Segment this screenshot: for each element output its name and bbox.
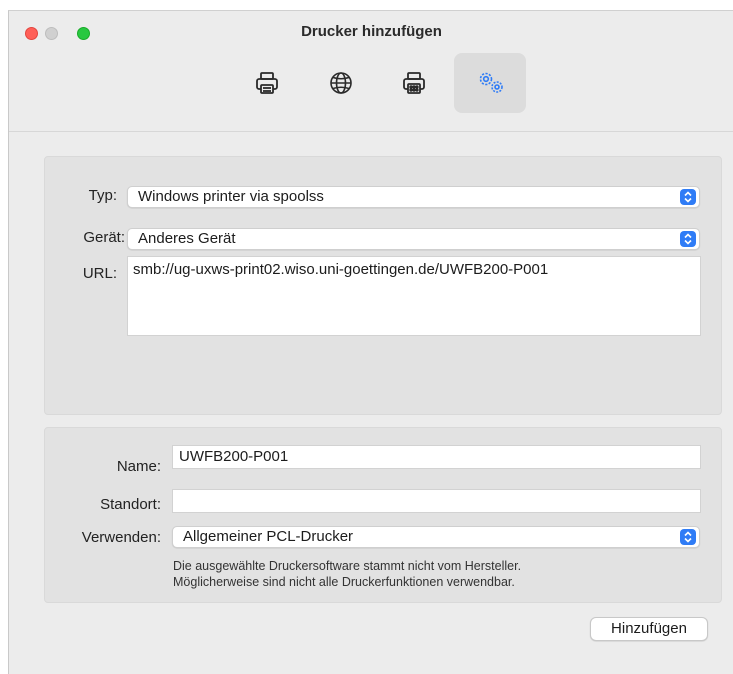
device-label: Gerät: [83, 229, 125, 246]
url-label: URL: [82, 265, 117, 282]
toolbar-divider [9, 131, 733, 132]
toolbar-default-button[interactable] [231, 53, 303, 113]
url-field[interactable]: smb://ug-uxws-print02.wiso.uni-goettinge… [127, 256, 701, 336]
driver-value: Allgemeiner PCL-Drucker [183, 528, 354, 545]
printer-icon [256, 72, 278, 94]
device-value: Anderes Gerät [138, 230, 236, 247]
use-label: Verwenden: [81, 529, 161, 546]
name-field[interactable]: UWFB200-P001 [172, 445, 701, 469]
location-label: Standort: [100, 496, 161, 513]
title-bar: Drucker hinzufügen [9, 11, 733, 55]
toolbar [9, 53, 733, 115]
toolbar-ip-button[interactable] [305, 53, 377, 113]
device-popup[interactable]: Anderes Gerät [127, 228, 700, 250]
driver-popup[interactable]: Allgemeiner PCL-Drucker [172, 526, 700, 548]
name-label: Name: [116, 458, 161, 475]
type-value: Windows printer via spoolss [138, 188, 324, 205]
chevron-updown-icon [680, 231, 696, 247]
globe-icon [330, 72, 352, 94]
window-title: Drucker hinzufügen [301, 23, 442, 40]
printer-fax-icon [403, 72, 425, 94]
add-button[interactable]: Hinzufügen [590, 617, 708, 641]
printer-panel: Name: UWFB200-P001 Standort: Verwenden: … [44, 427, 722, 603]
gears-icon [479, 72, 503, 93]
driver-note-line2: Möglicherweise sind nicht alle Druckerfu… [173, 575, 515, 589]
driver-note-line1: Die ausgewählte Druckersoftware stammt n… [173, 559, 522, 573]
location-field[interactable] [172, 489, 701, 513]
chevron-updown-icon [680, 529, 696, 545]
type-popup[interactable]: Windows printer via spoolss [127, 186, 700, 208]
toolbar-windows-button[interactable] [378, 53, 450, 113]
connection-panel: Typ: Windows printer via spoolss Gerät: … [44, 156, 722, 415]
add-printer-window: Drucker hinzufügen Typ: Windows printer … [8, 10, 733, 674]
chevron-updown-icon [680, 189, 696, 205]
toolbar-advanced-button[interactable] [454, 53, 526, 113]
type-label: Typ: [88, 187, 117, 204]
